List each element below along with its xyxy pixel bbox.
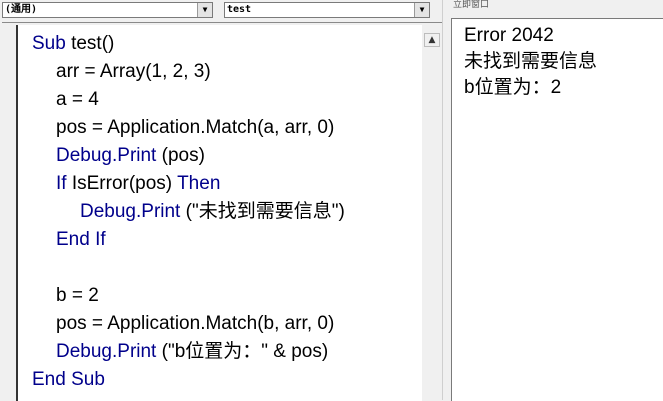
code-keyword: Debug.Print — [80, 201, 181, 222]
code-line[interactable]: End Sub — [32, 366, 105, 394]
code-line[interactable]: Debug.Print (pos) — [56, 142, 205, 170]
code-text: pos = Application.Match(a, arr, 0) — [56, 117, 335, 138]
code-line[interactable]: If IsError(pos) Then — [56, 170, 220, 198]
code-keyword: Debug.Print — [56, 145, 157, 166]
code-keyword: Sub — [32, 33, 66, 54]
procedure-dropdown-value: test — [227, 4, 252, 15]
code-text: ("b位置为：" & pos) — [156, 341, 329, 362]
code-line[interactable]: pos = Application.Match(b, arr, 0) — [56, 310, 334, 338]
code-line[interactable]: Debug.Print ("b位置为：" & pos) — [56, 338, 328, 366]
code-window: Sub test() arr = Array(1, 2, 3) a = 4 pos =… — [2, 22, 442, 401]
code-text: a = 4 — [56, 89, 99, 110]
immediate-window-title: 立即窗口 — [453, 0, 490, 10]
code-line[interactable]: End If — [56, 226, 106, 254]
vertical-scrollbar[interactable]: ▲ — [422, 25, 442, 401]
code-text: b = 2 — [56, 285, 99, 306]
chevron-down-icon[interactable]: ▼ — [414, 3, 429, 17]
object-dropdown-value: (通用) — [5, 4, 38, 15]
code-editor[interactable]: Sub test() arr = Array(1, 2, 3) a = 4 pos =… — [16, 25, 423, 401]
chevron-down-icon[interactable]: ▼ — [197, 3, 212, 17]
code-text: IsError(pos) — [66, 173, 178, 194]
immediate-output-line: Error 2042 — [464, 25, 554, 46]
code-line[interactable]: Sub test() — [32, 30, 114, 58]
code-keyword: End If — [56, 229, 106, 250]
code-line[interactable]: arr = Array(1, 2, 3) — [56, 58, 211, 86]
code-text: pos = Application.Match(b, arr, 0) — [56, 313, 335, 334]
code-keyword: If — [56, 173, 67, 194]
immediate-output-line: 未找到需要信息 — [464, 51, 598, 72]
code-text: test() — [65, 33, 115, 54]
code-text: arr = Array(1, 2, 3) — [56, 61, 211, 82]
code-line[interactable]: pos = Application.Match(a, arr, 0) — [56, 114, 334, 142]
immediate-output-line: b位置为：2 — [464, 77, 562, 98]
scroll-up-icon[interactable]: ▲ — [424, 33, 440, 47]
code-text: (pos) — [156, 145, 205, 166]
object-dropdown[interactable]: (通用) ▼ — [2, 2, 213, 18]
procedure-dropdown[interactable]: test ▼ — [224, 2, 430, 18]
code-keyword: Then — [177, 173, 221, 194]
code-keyword: End Sub — [32, 369, 105, 390]
code-keyword: Debug.Print — [56, 341, 157, 362]
code-text: ("未找到需要信息") — [180, 201, 345, 222]
code-line[interactable]: b = 2 — [56, 282, 99, 310]
immediate-window[interactable]: Error 2042 未找到需要信息 b位置为：2 — [451, 18, 663, 401]
code-line[interactable]: a = 4 — [56, 86, 99, 114]
code-line[interactable]: Debug.Print ("未找到需要信息") — [80, 198, 345, 226]
